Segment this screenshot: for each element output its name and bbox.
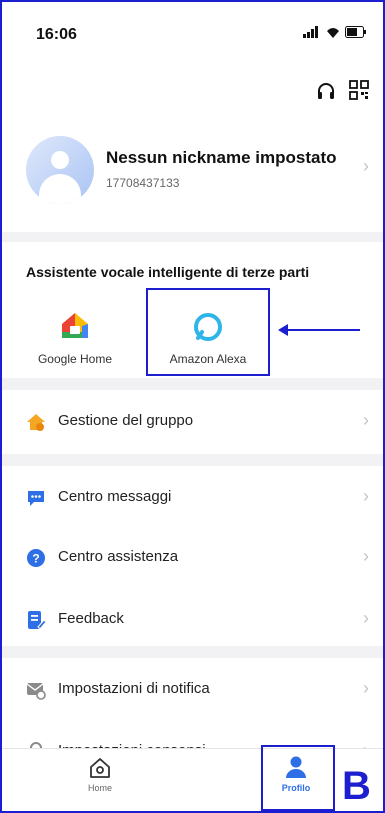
menu-notification-settings[interactable]: Impostazioni di notifica › [2,658,383,722]
wifi-icon [327,28,339,38]
chevron-right-icon: › [363,546,369,566]
home-icon [90,758,110,778]
notification-settings-label: Impostazioni di notifica [58,680,210,697]
home-group-icon [27,414,45,431]
status-time: 16:06 [36,26,77,43]
feedback-icon [28,611,46,630]
status-bar: 16:06 [2,2,383,66]
avatar-body [39,174,81,204]
google-home-icon [62,313,88,338]
group-management-label: Gestione del gruppo [58,412,194,429]
help-center-label: Centro assistenza [58,548,179,565]
profile-name: Nessun nickname impostato [106,148,337,167]
menu-help-center[interactable]: ? Centro assistenza › [2,526,383,590]
profile-phone: 17708437133 [106,176,180,190]
tab-profile[interactable]: Profilo [256,755,336,793]
alexa-icon [194,313,222,341]
support-section: Centro messaggi › ? Centro assistenza › … [2,466,383,646]
feedback-label: Feedback [58,610,124,627]
amazon-alexa-item[interactable]: Amazon Alexa [148,312,268,366]
chevron-right-icon: › [363,486,369,506]
help-icon: ? [27,549,45,567]
menu-message-center[interactable]: Centro messaggi › [2,466,383,530]
chevron-right-icon: › [363,678,369,698]
tab-home-label: Home [87,783,112,793]
qr-scan-icon[interactable] [349,80,369,105]
message-icon [28,491,44,506]
annotation-arrow [278,324,360,336]
tab-bar: Home Profilo [2,745,383,811]
google-home-item[interactable]: Google Home [15,312,135,366]
message-center-label: Centro messaggi [58,488,172,505]
amazon-alexa-label: Amazon Alexa [169,352,247,366]
assistants-section: Assistente vocale intelligente di terze … [2,242,383,378]
svg-text:?: ? [32,552,39,566]
profile-card[interactable]: Nessun nickname impostato 17708437133 › [2,122,383,232]
chevron-right-icon: › [363,156,369,176]
notification-settings-icon [26,683,46,700]
status-icons [303,26,367,38]
assistants-title: Assistente vocale intelligente di terze … [26,264,310,280]
headset-icon[interactable] [315,80,337,107]
google-home-label: Google Home [37,352,113,366]
profile-icon [286,756,306,778]
group-section: Gestione del gruppo › [2,390,383,454]
signal-icon [303,26,318,38]
app-frame: 16:06 Nessun nickname impostato 17708437… [0,0,385,813]
tab-home[interactable]: Home [60,755,140,793]
avatar-head [51,151,69,169]
menu-feedback[interactable]: Feedback › [2,588,383,652]
chevron-right-icon: › [363,410,369,430]
annotation-label: B [342,764,371,808]
settings-section: Impostazioni di notifica › Impostazioni … [2,658,383,761]
tab-profile-label: Profilo [281,783,311,793]
chevron-right-icon: › [363,608,369,628]
menu-group-management[interactable]: Gestione del gruppo › [2,390,383,454]
battery-icon [345,26,366,38]
top-actions [2,66,383,122]
avatar[interactable] [26,136,94,204]
